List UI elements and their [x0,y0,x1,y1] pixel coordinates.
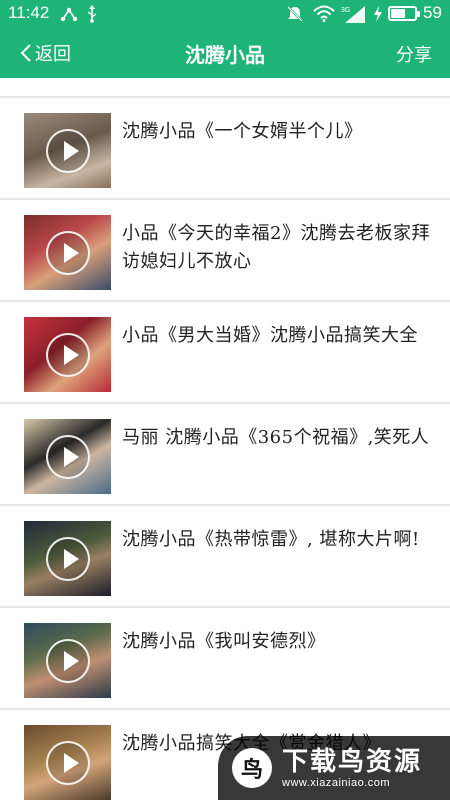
watermark-logo-icon: 鸟 [232,748,272,788]
play-icon [46,231,90,275]
item-title: 沈腾小品《一个女婿半个儿》 [122,121,363,142]
wifi-icon [313,5,335,22]
watermark-name: 下载鸟资源 [282,747,423,777]
battery-percent: 59 [423,3,442,22]
watermark-text: 下载鸟资源 www.xiazainiao.com [282,747,422,789]
item-title: 沈腾小品《热带惊雷》, 堪称大片啊! [122,529,420,550]
battery-icon [388,6,420,21]
item-title: 马丽 沈腾小品《365个祝福》,笑死人 [122,427,430,448]
app-header: 11:42 3G 59 返回 沈腾小品 分享 [0,0,450,78]
mute-icon [287,6,303,22]
battery-fill [391,9,405,18]
play-icon [46,741,90,785]
signal-3g-icon: 3G [341,6,365,23]
video-thumbnail[interactable] [24,419,111,494]
status-bar: 11:42 3G 59 [0,0,450,28]
share-button[interactable]: 分享 [396,41,432,67]
list-item[interactable]: 沈腾小品《一个女婿半个儿》 [0,98,450,200]
list-item[interactable]: 沈腾小品《我叫安德烈》 [0,608,450,710]
play-icon [46,537,90,581]
play-icon [46,333,90,377]
item-title: 小品《男大当婚》沈腾小品搞笑大全 [122,325,418,346]
site-watermark: 鸟 下载鸟资源 www.xiazainiao.com [218,736,450,800]
play-icon [46,435,90,479]
item-title: 小品《今天的幸福2》沈腾去老板家拜访媳妇儿不放心 [122,223,430,272]
video-thumbnail[interactable] [24,317,111,392]
video-thumbnail[interactable] [24,623,111,698]
video-thumbnail[interactable] [24,215,111,290]
list-item[interactable]: 马丽 沈腾小品《365个祝福》,笑死人 [0,404,450,506]
video-list[interactable]: 沈腾小品《一个女婿半个儿》 小品《今天的幸福2》沈腾去老板家拜访媳妇儿不放心 小… [0,78,450,800]
list-item[interactable]: 小品《今天的幸福2》沈腾去老板家拜访媳妇儿不放心 [0,200,450,302]
video-thumbnail[interactable] [24,521,111,596]
list-item[interactable]: 沈腾小品《热带惊雷》, 堪称大片啊! [0,506,450,608]
watermark-url: www.xiazainiao.com [282,777,391,789]
video-thumbnail[interactable] [24,113,111,188]
list-item[interactable]: 小品《男大当婚》沈腾小品搞笑大全 [0,302,450,404]
play-icon [46,639,90,683]
play-icon [46,129,90,173]
video-thumbnail[interactable] [24,725,111,800]
usb-icon [87,5,97,23]
item-title: 沈腾小品《我叫安德烈》 [122,631,326,652]
nav-bar: 返回 沈腾小品 分享 [0,28,450,78]
status-time: 11:42 [8,3,50,22]
charging-icon [374,6,382,22]
page-title: 沈腾小品 [185,43,265,67]
svg-text:3G: 3G [341,7,350,14]
usb-share-icon [60,7,78,22]
